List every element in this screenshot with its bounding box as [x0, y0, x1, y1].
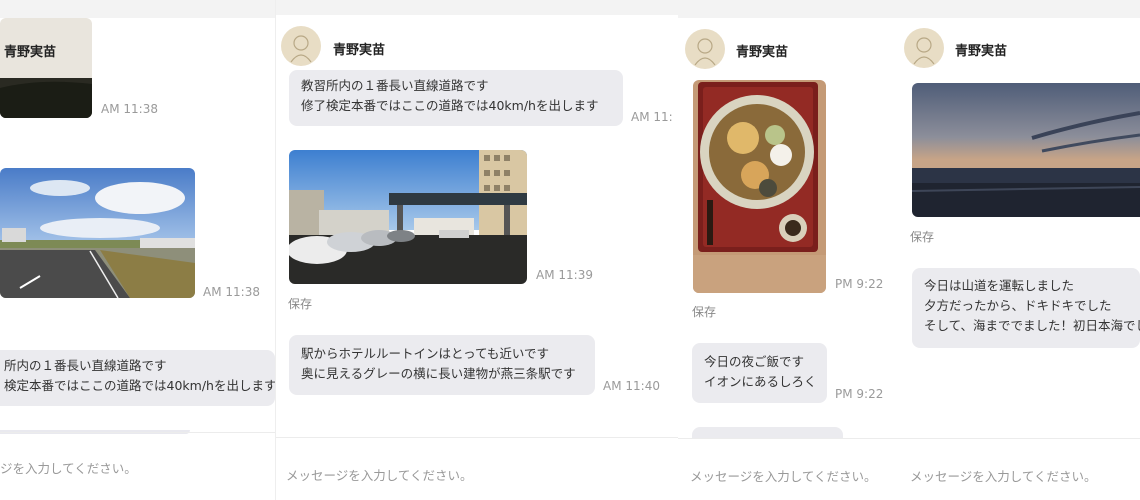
top-bar	[276, 0, 679, 15]
save-link[interactable]: 保存	[288, 295, 312, 312]
top-bar	[0, 0, 275, 18]
timestamp: PM 9:22	[835, 387, 884, 401]
photo-partial-top[interactable]	[0, 18, 92, 118]
photo-dinner[interactable]	[693, 80, 826, 293]
contact-name: 青野実苗	[955, 44, 1008, 59]
message-input[interactable]: メッセージを入力してください。	[910, 466, 1097, 485]
message-bubble: 駅からホテルルートインはとっても近いです 奥に見えるグレーの横に長い建物が燕三条…	[289, 335, 595, 395]
chat-panel-4: 青野実苗 保存 今日は山道を運転しました 夕方だったから、ドキドキでした そして…	[900, 0, 1140, 500]
save-link[interactable]: 保存	[910, 228, 934, 245]
message-bubble: 教習所内の１番長い直線道路です 修了検定本番ではここの道路では40km/hを出し…	[289, 70, 623, 126]
message-input[interactable]: ジを入力してください。	[0, 458, 137, 477]
chat-panel-1: 青野実苗 AM 11:38 AM 11:38 所内の１番長い直線道路です 検定本…	[0, 0, 275, 500]
message-line: そして、海まででました！初日本海でし	[924, 318, 1140, 333]
input-divider	[678, 438, 900, 439]
input-divider	[276, 437, 679, 438]
message-line: 教習所内の１番長い直線道路です	[301, 78, 489, 93]
message-line: 今日は山道を運転しました	[924, 278, 1075, 293]
message-line: 検定本番ではここの道路では40km/hを出します	[4, 378, 275, 393]
photo-road[interactable]	[0, 168, 195, 298]
message-line: イオンにあるしろく	[704, 374, 817, 389]
message-line: 駅からホテルルートインはとっても近いです	[301, 346, 550, 361]
message-bubble: 所内の１番長い直線道路です 検定本番ではここの道路では40km/hを出します	[0, 350, 275, 406]
top-bar	[678, 0, 900, 18]
input-divider	[0, 432, 275, 433]
photo-sunset-sea[interactable]	[912, 83, 1140, 217]
timestamp: PM 9:22	[835, 277, 884, 291]
chat-panel-3: 青野実苗 PM 9:22 保存 今日の夜ご飯です イオンにあるしろく PM 9:…	[678, 0, 900, 500]
photo-hotel[interactable]	[289, 150, 527, 284]
timestamp: AM 11:39	[536, 268, 593, 282]
message-line: 今日の夜ご飯です	[704, 354, 805, 369]
timestamp: AM 11:	[631, 110, 673, 124]
top-bar	[900, 0, 1140, 18]
contact-name: 青野実苗	[4, 45, 57, 60]
save-link[interactable]: 保存	[692, 303, 716, 320]
message-bubble: 今日の夜ご飯です イオンにあるしろく	[692, 343, 827, 403]
message-line: 修了検定本番ではここの道路では40km/hを出します	[301, 98, 599, 113]
message-line: 奥に見えるグレーの横に長い建物が燕三条駅です	[301, 366, 576, 381]
contact-name: 青野実苗	[333, 43, 386, 58]
avatar[interactable]	[281, 26, 321, 66]
message-line: 所内の１番長い直線道路です	[4, 358, 167, 373]
timestamp: AM 11:38	[101, 102, 158, 116]
avatar[interactable]	[685, 29, 725, 69]
message-line: 夕方だったから、ドキドキでした	[924, 298, 1112, 313]
timestamp: AM 11:40	[603, 379, 660, 393]
message-bubble: 今日は山道を運転しました 夕方だったから、ドキドキでした そして、海まででました…	[912, 268, 1140, 348]
message-input[interactable]: メッセージを入力してください。	[286, 465, 473, 484]
input-divider	[900, 438, 1140, 439]
contact-name: 青野実苗	[736, 45, 789, 60]
timestamp: AM 11:38	[203, 285, 260, 299]
chat-panel-2: 青野実苗 教習所内の１番長い直線道路です 修了検定本番ではここの道路では40km…	[275, 0, 679, 500]
message-input[interactable]: メッセージを入力してください。	[690, 466, 877, 485]
avatar[interactable]	[904, 28, 944, 68]
